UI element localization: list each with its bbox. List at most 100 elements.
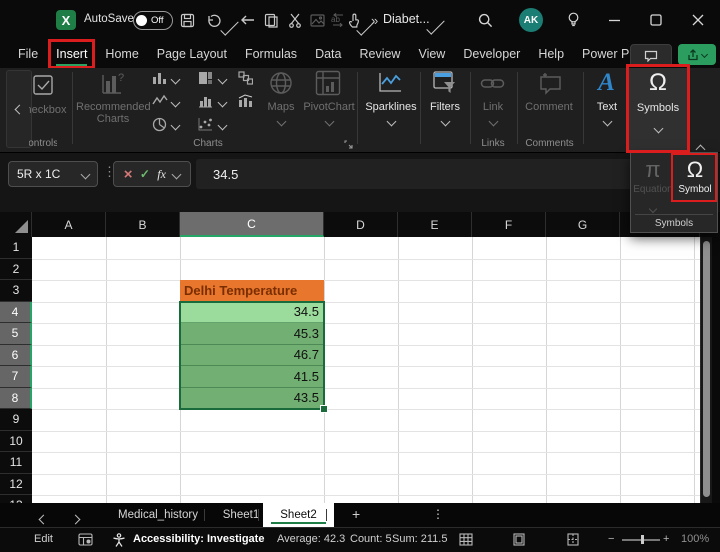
minimize-button[interactable]	[608, 11, 621, 29]
add-sheet-button[interactable]: +	[352, 506, 360, 522]
text-label[interactable]: Text	[592, 101, 622, 113]
autosave-toggle[interactable]: Off	[133, 11, 173, 30]
avatar[interactable]: AK	[519, 8, 543, 32]
column-header-B[interactable]: B	[106, 212, 180, 237]
row-header-6[interactable]: 6	[0, 344, 32, 366]
undo-icon[interactable]	[206, 11, 222, 29]
scatter-chart-chevron-icon[interactable]	[217, 120, 228, 131]
sheet-nav-left-icon[interactable]	[38, 510, 49, 528]
insert-waterfall-chart-icon[interactable]	[238, 71, 253, 85]
insert-combo-chart-icon[interactable]	[238, 94, 253, 108]
page-layout-view-icon[interactable]	[512, 533, 526, 546]
line-chart-chevron-icon[interactable]	[170, 97, 181, 108]
maximize-button[interactable]	[650, 11, 662, 29]
filters-chevron-icon[interactable]	[440, 116, 451, 127]
select-all-button[interactable]	[0, 212, 32, 237]
enter-icon[interactable]: ✓	[140, 167, 150, 181]
insert-hierarchy-chart-icon[interactable]	[198, 71, 213, 85]
comments-button[interactable]	[630, 44, 672, 67]
row-header-10[interactable]: 10	[0, 430, 32, 452]
tab-home[interactable]: Home	[105, 47, 138, 61]
column-header-E[interactable]: E	[398, 212, 472, 237]
search-icon[interactable]	[478, 11, 493, 29]
sheet-grid[interactable]	[32, 237, 700, 503]
row-header-11[interactable]: 11	[0, 452, 32, 474]
tab-view[interactable]: View	[418, 47, 445, 61]
row-header-1[interactable]: 1	[0, 237, 32, 259]
tab-help[interactable]: Help	[538, 47, 564, 61]
text-icon[interactable]: A	[594, 69, 619, 97]
bar-chart-chevron-icon[interactable]	[217, 97, 228, 108]
row-header-8[interactable]: 8	[0, 387, 32, 409]
column-chart-chevron-icon[interactable]	[170, 74, 181, 85]
row-header-4[interactable]: 4	[0, 301, 32, 323]
sheet-tab-sheet2[interactable]: Sheet2	[263, 503, 334, 527]
symbol-menu-item[interactable]: Ω Symbol	[675, 157, 715, 195]
tab-formulas[interactable]: Formulas	[245, 47, 297, 61]
zoom-level[interactable]: 100%	[681, 533, 709, 545]
checkbox-label[interactable]: Checkbox	[29, 104, 67, 116]
row-header-7[interactable]: 7	[0, 366, 32, 388]
column-header-A[interactable]: A	[32, 212, 106, 237]
zoom-slider-thumb[interactable]	[641, 535, 644, 544]
insert-function-icon[interactable]: fx	[157, 167, 166, 182]
row-header-5[interactable]: 5	[0, 323, 32, 345]
cancel-icon[interactable]: ×	[124, 167, 133, 182]
fx-chevron-icon[interactable]	[171, 169, 182, 179]
symbols-button[interactable]: Ω Symbols	[628, 68, 688, 152]
pie-chart-chevron-icon[interactable]	[170, 120, 181, 131]
tab-review[interactable]: Review	[359, 47, 400, 61]
checkbox-icon[interactable]	[32, 74, 54, 96]
sheet-tab-medical_history[interactable]: Medical_history	[97, 503, 219, 527]
zoom-in-button[interactable]: +	[663, 533, 669, 545]
accessibility-status[interactable]: Accessibility: Investigate	[133, 533, 264, 545]
row-header-2[interactable]: 2	[0, 258, 32, 280]
vertical-scrollbar-thumb[interactable]	[703, 241, 710, 497]
tab-insert[interactable]: Insert	[48, 39, 96, 69]
tab-file[interactable]: File	[18, 47, 38, 61]
hierarchy-chart-chevron-icon[interactable]	[217, 74, 228, 85]
sparklines-icon[interactable]	[377, 70, 404, 95]
close-button[interactable]	[692, 11, 704, 29]
text-chevron-icon[interactable]	[602, 116, 613, 127]
vertical-scrollbar[interactable]	[700, 237, 712, 503]
column-header-C[interactable]: C	[180, 212, 324, 237]
macro-record-icon[interactable]	[78, 533, 93, 546]
row-header-9[interactable]: 9	[0, 409, 32, 431]
row-header-12[interactable]: 12	[0, 473, 32, 495]
insert-column-chart-icon[interactable]	[152, 71, 167, 85]
undo-chevron-icon[interactable]	[220, 17, 239, 36]
page-break-view-icon[interactable]	[566, 533, 580, 546]
column-header-F[interactable]: F	[472, 212, 546, 237]
save-icon[interactable]	[180, 11, 195, 29]
insert-line-chart-icon[interactable]	[152, 94, 168, 107]
quick-access-overflow[interactable]: »	[371, 11, 378, 29]
copy-icon[interactable]	[264, 11, 279, 29]
insert-scatter-chart-icon[interactable]	[198, 117, 213, 131]
column-header-G[interactable]: G	[546, 212, 620, 237]
tab-data[interactable]: Data	[315, 47, 341, 61]
sheet-nav-right-icon[interactable]	[70, 510, 81, 528]
share-button[interactable]	[678, 44, 716, 65]
excel-logo-icon[interactable]: X	[56, 10, 76, 30]
insert-pie-chart-icon[interactable]	[152, 117, 167, 132]
tab-page-layout[interactable]: Page Layout	[157, 47, 227, 61]
lightbulb-icon[interactable]	[567, 11, 580, 29]
sparklines-chevron-icon[interactable]	[386, 116, 397, 127]
zoom-out-button[interactable]: −	[608, 533, 614, 545]
charts-dialog-launcher-icon[interactable]	[344, 140, 353, 149]
back-arrow-icon[interactable]	[240, 11, 256, 29]
row-header-3[interactable]: 3	[0, 280, 32, 302]
name-box[interactable]: 5R x 1C	[8, 161, 98, 187]
normal-view-icon[interactable]	[459, 533, 473, 546]
filters-icon[interactable]	[432, 70, 457, 95]
column-header-D[interactable]: D	[324, 212, 398, 237]
document-title[interactable]: Diabet...	[383, 12, 430, 26]
accessibility-icon[interactable]	[112, 533, 126, 547]
filters-label[interactable]: Filters	[425, 101, 465, 113]
cut-icon[interactable]	[288, 11, 302, 29]
sparklines-label[interactable]: Sparklines	[362, 101, 420, 113]
tab-developer[interactable]: Developer	[463, 47, 520, 61]
sheet-more-button[interactable]: ⋮	[432, 507, 444, 521]
insert-bar-chart-icon[interactable]	[198, 94, 213, 108]
